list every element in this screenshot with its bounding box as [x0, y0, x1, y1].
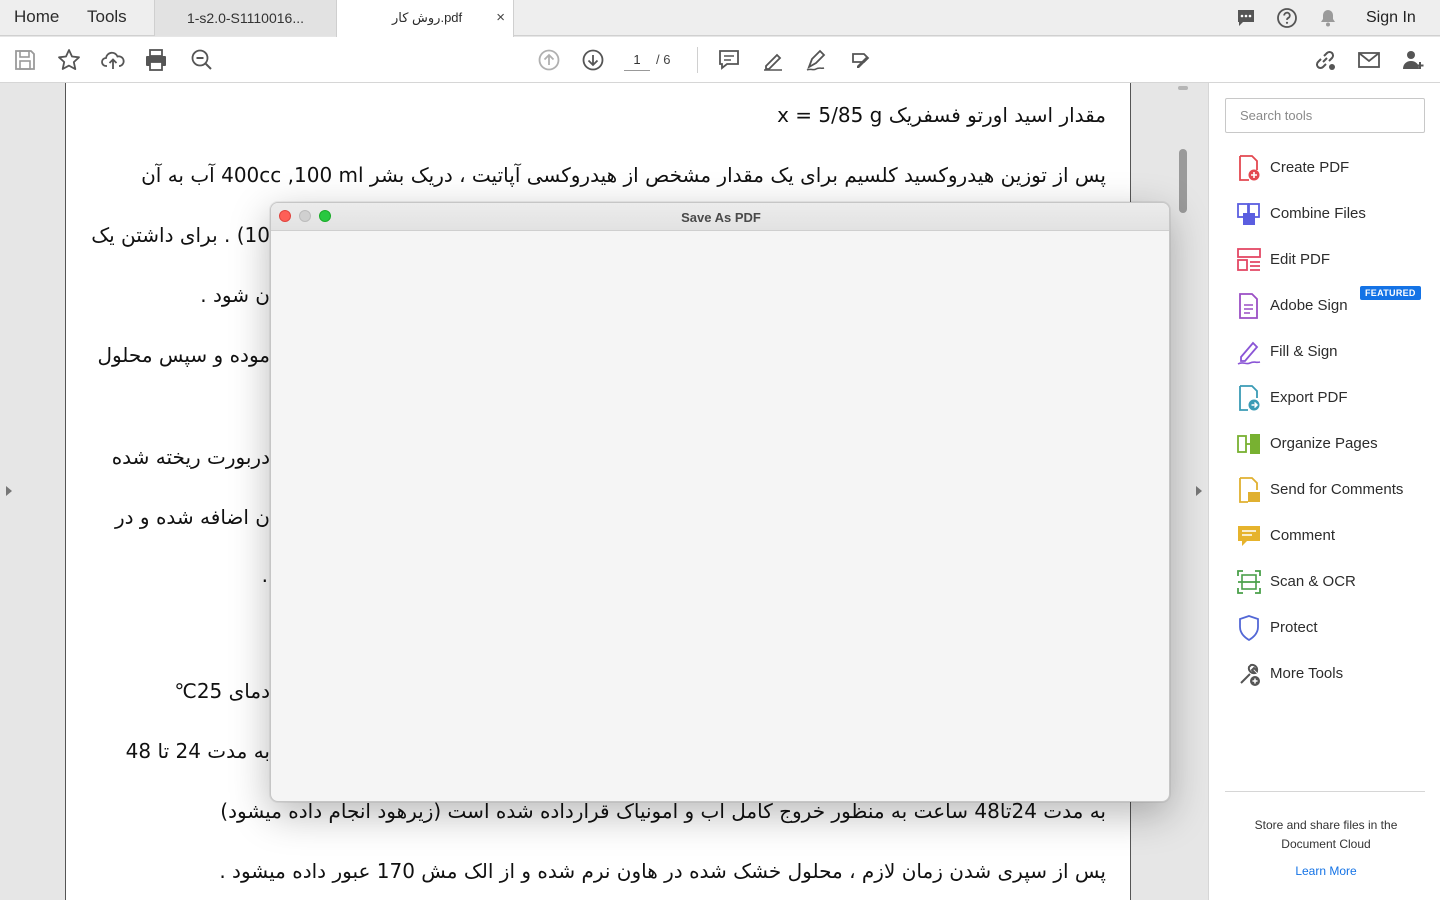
- comment-icon: [1238, 526, 1260, 546]
- sign-in-link[interactable]: Sign In: [1366, 9, 1416, 27]
- tools-panel: Create PDF Combine Files Edit PDF Adob: [1208, 83, 1440, 900]
- document-tab-active[interactable]: روش کار.pdf ×: [336, 0, 514, 37]
- tool-combine-files[interactable]: Combine Files: [1233, 199, 1433, 229]
- tool-scan-ocr[interactable]: Scan & OCR: [1233, 567, 1433, 597]
- document-tab-article[interactable]: 1-s2.0-S1110016...: [154, 0, 336, 36]
- scan-ocr-icon: [1237, 570, 1261, 594]
- text-fragment: 10) . برای داشتن یک: [91, 223, 270, 247]
- tool-label: Scan & OCR: [1270, 573, 1356, 590]
- tool-label: More Tools: [1270, 665, 1344, 682]
- tool-send-comments[interactable]: Send for Comments: [1233, 475, 1433, 505]
- bookmark-star-icon[interactable]: [56, 47, 82, 73]
- add-user-icon[interactable]: [1400, 47, 1426, 73]
- send-comments-icon: [1239, 477, 1260, 503]
- tool-create-pdf[interactable]: Create PDF: [1233, 153, 1433, 183]
- tool-label: Organize Pages: [1270, 435, 1378, 452]
- tool-export-pdf[interactable]: Export PDF: [1233, 383, 1433, 413]
- tab-bar: Home Tools 1-s2.0-S1110016... روش کار.pd…: [0, 0, 1440, 37]
- dialog-titlebar[interactable]: Save As PDF: [271, 203, 1169, 231]
- home-tab[interactable]: Home: [14, 7, 59, 27]
- tool-label: Comment: [1270, 527, 1336, 544]
- text-fragment: .: [261, 563, 268, 587]
- text-fragment: ن شود .: [200, 283, 270, 307]
- right-panel-toggle-icon[interactable]: [1196, 486, 1202, 496]
- featured-badge: FEATURED: [1360, 286, 1421, 300]
- adobe-sign-icon: [1239, 293, 1258, 319]
- document-tab-label: روش کار.pdf: [392, 10, 463, 25]
- document-scrollbar[interactable]: [1174, 83, 1192, 900]
- tool-label: Send for Comments: [1270, 481, 1404, 498]
- upload-cloud-icon[interactable]: [100, 47, 126, 73]
- close-tab-icon[interactable]: ×: [496, 9, 505, 26]
- notifications-bell-icon[interactable]: [1317, 7, 1339, 29]
- save-icon[interactable]: [12, 47, 38, 73]
- text-fragment: به مدت 24 تا 48: [125, 739, 270, 763]
- dialog-title: Save As PDF: [681, 210, 761, 225]
- scrollbar-top-marker: [1178, 86, 1188, 90]
- search-tools-input[interactable]: [1225, 98, 1425, 133]
- save-as-pdf-dialog: Save As PDF: [270, 202, 1170, 802]
- tool-label: Adobe Sign: [1270, 297, 1348, 314]
- protect-icon: [1239, 615, 1259, 641]
- chat-icon[interactable]: [1235, 7, 1257, 29]
- comment-tool-icon[interactable]: [716, 47, 742, 73]
- document-cloud-text: Store and share files in the Document Cl…: [1254, 818, 1398, 851]
- left-panel-toggle-icon[interactable]: [6, 486, 12, 496]
- previous-page-icon[interactable]: [536, 47, 562, 73]
- email-icon[interactable]: [1356, 47, 1382, 73]
- tool-label: Protect: [1270, 619, 1318, 636]
- zoom-out-icon[interactable]: [189, 47, 215, 73]
- text-fragment: دربورت ریخته شده: [111, 445, 270, 469]
- sign-pen-icon[interactable]: [804, 47, 830, 73]
- main-toolbar: / 6: [0, 37, 1440, 83]
- acrobat-window: Home Tools 1-s2.0-S1110016... روش کار.pd…: [0, 0, 1440, 900]
- highlight-pen-icon[interactable]: [760, 47, 786, 73]
- text-line: پس از توزین هیدروکسید کلسیم برای یک مقدا…: [141, 163, 1106, 187]
- text-fragment: ن اضافه شده و در: [115, 505, 270, 529]
- scrollbar-thumb[interactable]: [1179, 149, 1187, 213]
- next-page-icon[interactable]: [580, 47, 606, 73]
- help-icon[interactable]: [1276, 7, 1298, 29]
- edit-pdf-icon: [1237, 248, 1261, 271]
- text-fragment: موده و سپس محلول: [97, 343, 270, 367]
- tool-label: Export PDF: [1270, 389, 1348, 406]
- text-line: پس از سپری شدن زمان لازم ، محلول خشک شده…: [219, 859, 1106, 883]
- tool-organize-pages[interactable]: Organize Pages: [1233, 429, 1433, 459]
- tool-comment[interactable]: Comment: [1233, 521, 1433, 551]
- share-link-icon[interactable]: [1312, 47, 1338, 73]
- edit-share-icon[interactable]: [848, 47, 874, 73]
- text-fragment: دمای 25℃: [174, 679, 270, 703]
- tool-label: Fill & Sign: [1270, 343, 1338, 360]
- toolbar-divider: [697, 47, 698, 73]
- panel-divider: [1225, 791, 1425, 792]
- fill-sign-icon: [1237, 341, 1261, 365]
- tools-tab[interactable]: Tools: [87, 7, 127, 27]
- text-line: مقدار اسید اورتو فسفریک x = 5/85 g: [777, 103, 1106, 127]
- document-tab-label: 1-s2.0-S1110016...: [186, 10, 304, 26]
- organize-pages-icon: [1237, 434, 1260, 454]
- page-total: / 6: [656, 52, 671, 67]
- tool-label: Combine Files: [1270, 205, 1366, 222]
- tool-label: Create PDF: [1270, 159, 1350, 176]
- print-icon[interactable]: [143, 47, 169, 73]
- tool-label: Edit PDF: [1270, 251, 1331, 268]
- tool-fill-sign[interactable]: Fill & Sign: [1233, 337, 1433, 367]
- page-number-input[interactable]: [624, 49, 650, 71]
- combine-files-icon: [1237, 203, 1260, 225]
- more-tools-icon: [1240, 663, 1260, 686]
- tool-more-tools[interactable]: More Tools: [1233, 659, 1433, 689]
- text-line: به مدت 24تا48 ساعت به منظور خروج کامل آب…: [220, 799, 1106, 823]
- tool-edit-pdf[interactable]: Edit PDF: [1233, 245, 1433, 275]
- export-pdf-icon: [1239, 385, 1260, 411]
- learn-more-link[interactable]: Learn More: [1233, 864, 1419, 878]
- create-pdf-icon: [1239, 155, 1260, 181]
- tool-protect[interactable]: Protect: [1233, 613, 1433, 643]
